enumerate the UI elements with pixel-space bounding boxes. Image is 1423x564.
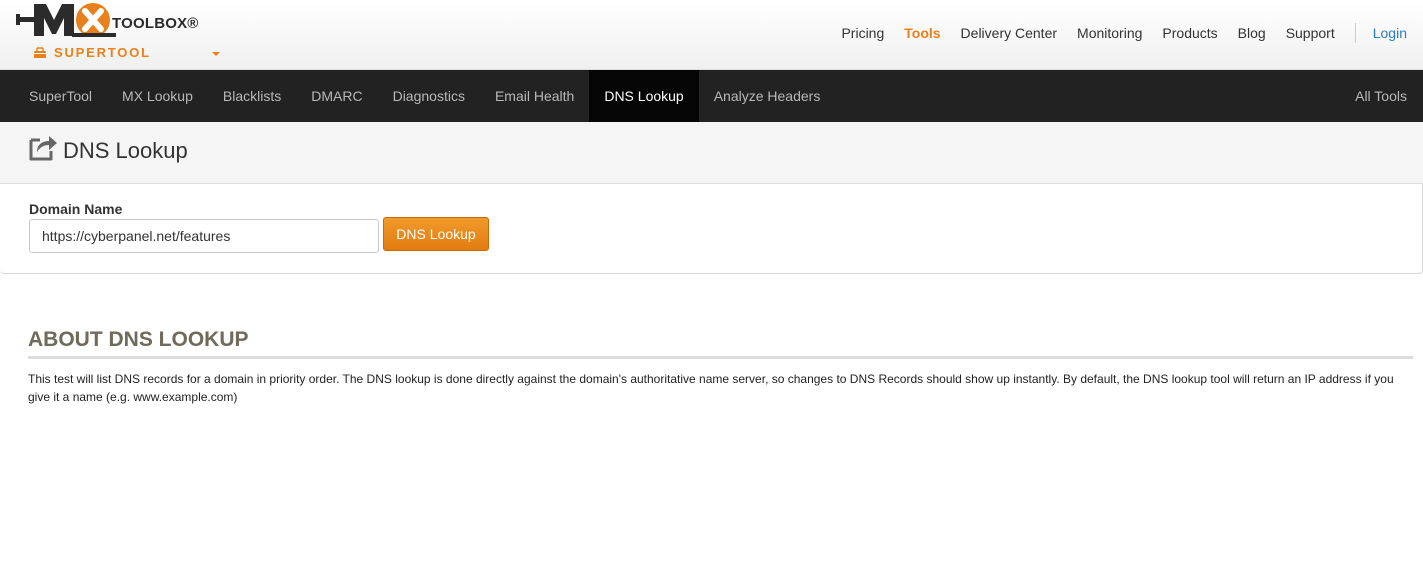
tab-diagnostics[interactable]: Diagnostics bbox=[378, 70, 480, 122]
nav-pricing[interactable]: Pricing bbox=[841, 25, 884, 41]
nav-blog[interactable]: Blog bbox=[1238, 25, 1266, 41]
tab-mx-lookup[interactable]: MX Lookup bbox=[107, 70, 208, 122]
about-heading: ABOUT DNS LOOKUP bbox=[28, 328, 249, 351]
login-link[interactable]: Login bbox=[1373, 25, 1407, 41]
lookup-form: Domain Name DNS Lookup bbox=[0, 184, 1423, 274]
share-box-icon bbox=[29, 136, 57, 161]
about-divider bbox=[28, 356, 1413, 359]
domain-name-input[interactable] bbox=[29, 219, 379, 253]
about-description: This test will list DNS records for a do… bbox=[28, 372, 1394, 404]
mxtoolbox-logo[interactable]: TOOLBOX® SUPERTOOL bbox=[16, 0, 226, 66]
logo-supertool-text: SUPERTOOL bbox=[54, 45, 151, 60]
tab-dns-lookup[interactable]: DNS Lookup bbox=[589, 70, 699, 122]
nav-delivery-center[interactable]: Delivery Center bbox=[961, 25, 1057, 41]
logo-toolbox-text: TOOLBOX® bbox=[112, 15, 199, 32]
nav-divider bbox=[1354, 23, 1356, 43]
top-navigation: Pricing Tools Delivery Center Monitoring… bbox=[821, 0, 1423, 66]
tab-email-health[interactable]: Email Health bbox=[480, 70, 589, 122]
page-title-panel: DNS Lookup bbox=[0, 122, 1423, 184]
domain-name-label: Domain Name bbox=[29, 201, 123, 217]
nav-tools[interactable]: Tools bbox=[904, 25, 940, 41]
all-tools-link[interactable]: All Tools bbox=[1355, 70, 1407, 122]
nav-products[interactable]: Products bbox=[1162, 25, 1217, 41]
dns-lookup-button[interactable]: DNS Lookup bbox=[383, 217, 489, 251]
toolbox-icon bbox=[34, 47, 46, 58]
nav-support[interactable]: Support bbox=[1286, 25, 1335, 41]
tab-blacklists[interactable]: Blacklists bbox=[208, 70, 296, 122]
nav-monitoring[interactable]: Monitoring bbox=[1077, 25, 1142, 41]
tab-supertool[interactable]: SuperTool bbox=[14, 70, 107, 122]
tab-dmarc[interactable]: DMARC bbox=[296, 70, 377, 122]
chevron-down-icon[interactable] bbox=[212, 52, 220, 56]
tool-tabs-bar: SuperTool MX Lookup Blacklists DMARC Dia… bbox=[0, 70, 1423, 122]
page-title: DNS Lookup bbox=[63, 138, 188, 163]
mx-logo-mark-icon bbox=[16, 3, 116, 37]
tab-analyze-headers[interactable]: Analyze Headers bbox=[699, 70, 836, 122]
tool-tabs: SuperTool MX Lookup Blacklists DMARC Dia… bbox=[14, 70, 835, 122]
site-header: TOOLBOX® SUPERTOOL Pricing Tools Deliver… bbox=[0, 0, 1423, 70]
